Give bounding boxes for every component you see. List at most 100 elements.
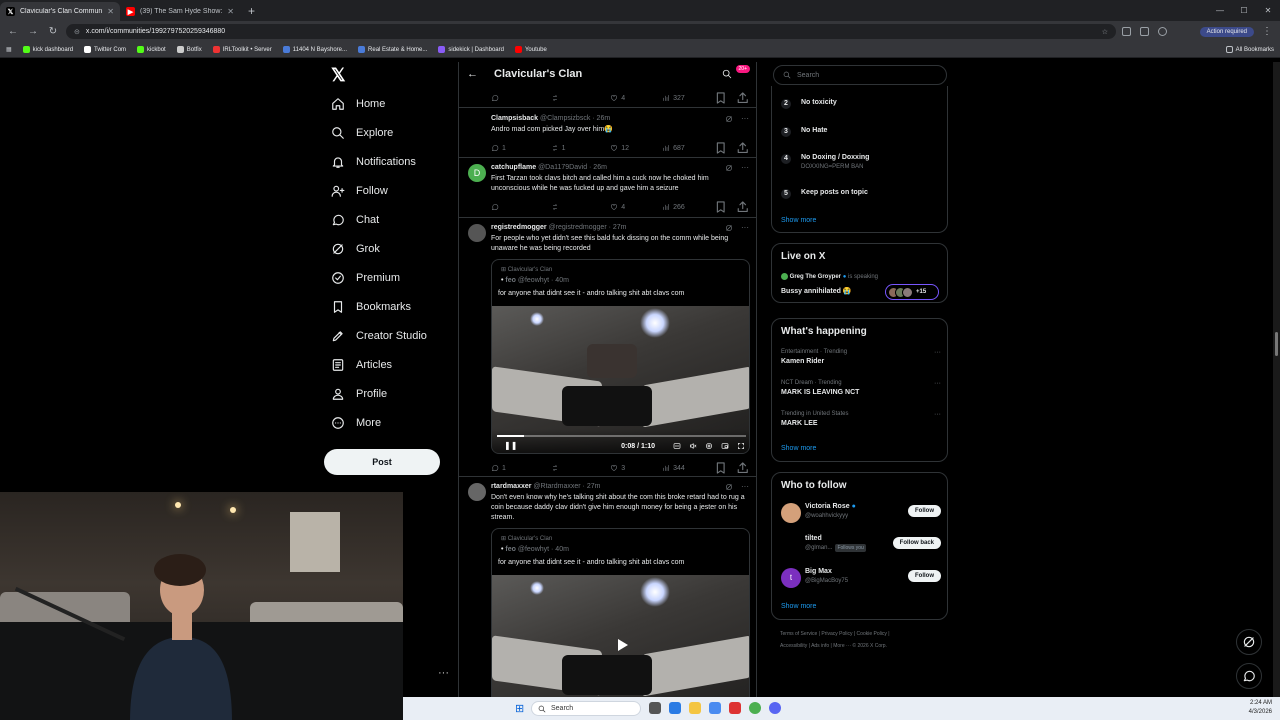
fullscreen-icon[interactable] [737,442,745,450]
bookmark-icon[interactable] [714,200,727,214]
repost-button[interactable] [551,94,611,102]
bookmark[interactable]: kick dashboard [22,46,73,53]
reload-icon[interactable]: ↻ [46,25,60,39]
share-icon[interactable] [736,461,749,475]
app-icon[interactable] [729,702,741,714]
app-icon[interactable] [709,702,721,714]
scrollbar[interactable] [1273,62,1280,702]
app-icon[interactable] [669,702,681,714]
reply-button[interactable] [491,94,551,102]
tweet-author[interactable]: rtardmaxxer @Rtardmaxxer · 27m [491,483,600,490]
live-host[interactable]: Greg The Groyper ● is speaking [781,273,878,280]
more-icon[interactable]: ··· [741,114,749,123]
bookmark[interactable]: kickbot [137,46,166,53]
messages-button[interactable] [1236,663,1262,689]
avatar[interactable] [781,535,801,555]
close-window-button[interactable]: ✕ [1256,0,1280,21]
show-more-link[interactable]: Show more [781,217,816,224]
avatar[interactable]: t [781,568,801,588]
maximize-button[interactable]: ☐ [1232,0,1256,21]
grok-icon[interactable] [725,224,733,232]
repost-button[interactable] [551,464,611,472]
repost-button[interactable]: 1 [551,144,611,152]
views-button[interactable]: 687 [662,144,714,152]
follow-button[interactable]: Follow [908,570,941,582]
views-button[interactable]: 327 [662,94,714,102]
quoted-tweet[interactable]: ⊞ Clavicular's Clan • feo @feowhyt · 40m… [491,528,750,720]
footer-link[interactable]: More ··· [833,643,851,649]
bookmark[interactable]: Twitter Com [84,46,126,53]
bookmark-icon[interactable] [714,461,727,475]
grok-icon[interactable] [725,483,733,491]
taskbar-search[interactable]: Search [531,701,641,716]
close-tab-icon[interactable]: ✕ [107,7,114,16]
mute-icon[interactable] [689,442,697,450]
bookmark[interactable]: 11404 N Bayshore... [282,46,347,53]
nav-articles[interactable]: Articles [331,358,392,372]
tweet-author[interactable]: catchupflame @Da1179David · 26m [491,164,607,171]
tweet[interactable]: Clampsisback @Clampsizbsck · 26m ··· And… [459,108,756,158]
more-icon[interactable]: ··· [741,163,749,172]
like-button[interactable]: 4 [610,94,662,102]
nav-follow[interactable]: Follow [331,184,388,198]
quote-author[interactable]: • feo @feowhyt · 40m [501,546,569,553]
bookmark[interactable]: Youtube [514,46,547,53]
follow-button[interactable]: Follow [908,505,941,517]
video-progress-bar[interactable] [497,435,746,437]
follow-suggestion[interactable]: t Big Max @BigMacBoy75 Follow [781,566,941,590]
reply-button[interactable]: 1 [491,144,551,152]
nav-bookmarks[interactable]: Bookmarks [331,300,411,314]
quoted-tweet[interactable]: ⊞ Clavicular's Clan • feo @feowhyt · 40m… [491,259,750,454]
more-icon[interactable]: ··· [934,349,941,356]
close-tab-icon[interactable]: ✕ [227,7,234,16]
avatar[interactable] [468,224,486,242]
trend-item[interactable]: Trending in United States MARK LEE ··· [781,411,941,427]
avatar[interactable] [468,115,486,133]
live-title[interactable]: Bussy annihilated 😭 [781,287,852,295]
tweet[interactable]: registredmogger @registredmogger · 27m ·… [459,218,756,477]
more-icon[interactable]: ··· [934,380,941,387]
extension-icon[interactable] [1122,27,1131,36]
profile-icon[interactable] [1158,27,1167,36]
more-icon[interactable]: ··· [934,411,941,418]
like-button[interactable]: 3 [610,464,662,472]
trend-item[interactable]: NCT Dream · Trending MARK IS LEAVING NCT ·… [781,380,941,396]
share-icon[interactable] [736,141,749,155]
new-tab-button[interactable]: + [240,2,263,21]
discord-icon[interactable] [769,702,781,714]
footer-link[interactable]: Privacy Policy [821,631,852,637]
show-more-link[interactable]: Show more [781,603,816,610]
nav-grok[interactable]: Grok [331,242,380,256]
nav-chat[interactable]: Chat [331,213,379,227]
chrome-icon[interactable] [749,702,761,714]
grok-button[interactable] [1236,629,1262,655]
bookmark[interactable]: Real Estate & Home... [358,46,427,53]
taskview-icon[interactable] [649,702,661,714]
nav-premium[interactable]: Premium [331,271,400,285]
explorer-icon[interactable] [689,702,701,714]
start-icon[interactable]: ⊞ [515,702,524,715]
post-button[interactable]: Post [324,449,440,475]
share-icon[interactable] [736,91,749,105]
site-info-icon[interactable]: ⊝ [74,28,80,36]
video-player[interactable]: ❚❚ 0:08 / 1:10 [492,306,749,453]
nav-explore[interactable]: Explore [331,126,393,140]
url-field[interactable]: ⊝ x.com/i/communities/199279752025934688… [66,24,1116,39]
bookmark[interactable]: sidekick | Dashboard [438,46,504,53]
nav-home[interactable]: Home [331,97,385,111]
follow-suggestion[interactable]: tilted @glman... Follows you Follow back [781,533,941,557]
menu-icon[interactable]: ⋮ [1260,25,1274,39]
reply-button[interactable] [491,203,551,211]
search-icon[interactable] [722,69,732,79]
bookmark-icon[interactable] [714,91,727,105]
views-button[interactable]: 344 [662,464,714,472]
settings-icon[interactable] [705,442,713,450]
nav-creator-studio[interactable]: Creator Studio [331,329,427,343]
x-logo-icon[interactable]: 𝕏 [331,66,349,84]
browser-tab-x[interactable]: 𝕏 Clavicular's Clan Community / X ✕ [0,2,120,21]
nav-more[interactable]: More [331,416,381,430]
tweet[interactable]: rtardmaxxer @Rtardmaxxer · 27m ··· Don't… [459,477,756,720]
avatar[interactable]: D [468,164,486,182]
listeners-pill[interactable]: +15 [885,284,939,300]
search-input[interactable]: Search [773,65,947,85]
